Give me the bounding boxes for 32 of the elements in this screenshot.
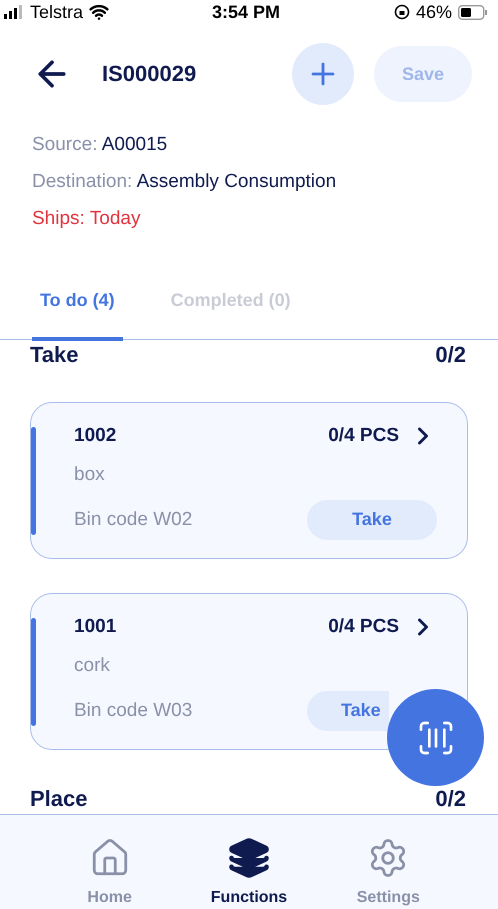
info-line: Ships: Today — [32, 208, 142, 230]
section-title: Place — [30, 786, 88, 812]
nav-item[interactable]: Home — [54, 815, 165, 909]
carrier-name: Telstra — [30, 2, 84, 22]
item-code: 1001 — [74, 616, 116, 638]
section-count: 0/2 — [435, 342, 466, 368]
item-name: cork — [74, 654, 111, 676]
tab[interactable]: To do (4) — [32, 284, 123, 341]
section-count: 0/2 — [435, 786, 466, 812]
rotation-lock-icon — [394, 4, 410, 20]
item-quantity: 0/4 PCS — [328, 616, 399, 638]
bin-code: Bin code W02 — [74, 508, 192, 530]
layers-icon — [228, 837, 270, 879]
battery-percent: 46% — [416, 2, 452, 22]
item-code: 1002 — [74, 424, 116, 446]
item-quantity: 0/4 PCS — [328, 424, 399, 446]
item-card[interactable]: 1001 0/4 PCS cork Bin code W03 Take — [30, 593, 468, 750]
document-title: IS000029 — [102, 61, 198, 87]
info-line: Destination: Assembly Consumption — [32, 171, 338, 193]
take-button[interactable]: Take — [307, 690, 389, 730]
clock: 3:54 PM — [212, 2, 280, 22]
item-card[interactable]: 1002 0/4 PCS box Bin code W02 Take — [30, 402, 468, 559]
battery-icon — [458, 4, 488, 20]
bin-code: Bin code W03 — [74, 700, 192, 722]
wifi-icon — [89, 2, 110, 22]
signal-icon — [4, 5, 24, 19]
nav-item[interactable]: Functions — [194, 815, 304, 909]
nav-item[interactable]: Settings — [333, 815, 444, 909]
info-line: Source: A00015 — [32, 134, 168, 156]
item-name: box — [74, 464, 106, 486]
section-title: Take — [30, 342, 79, 368]
take-button[interactable]: Take — [307, 500, 437, 540]
